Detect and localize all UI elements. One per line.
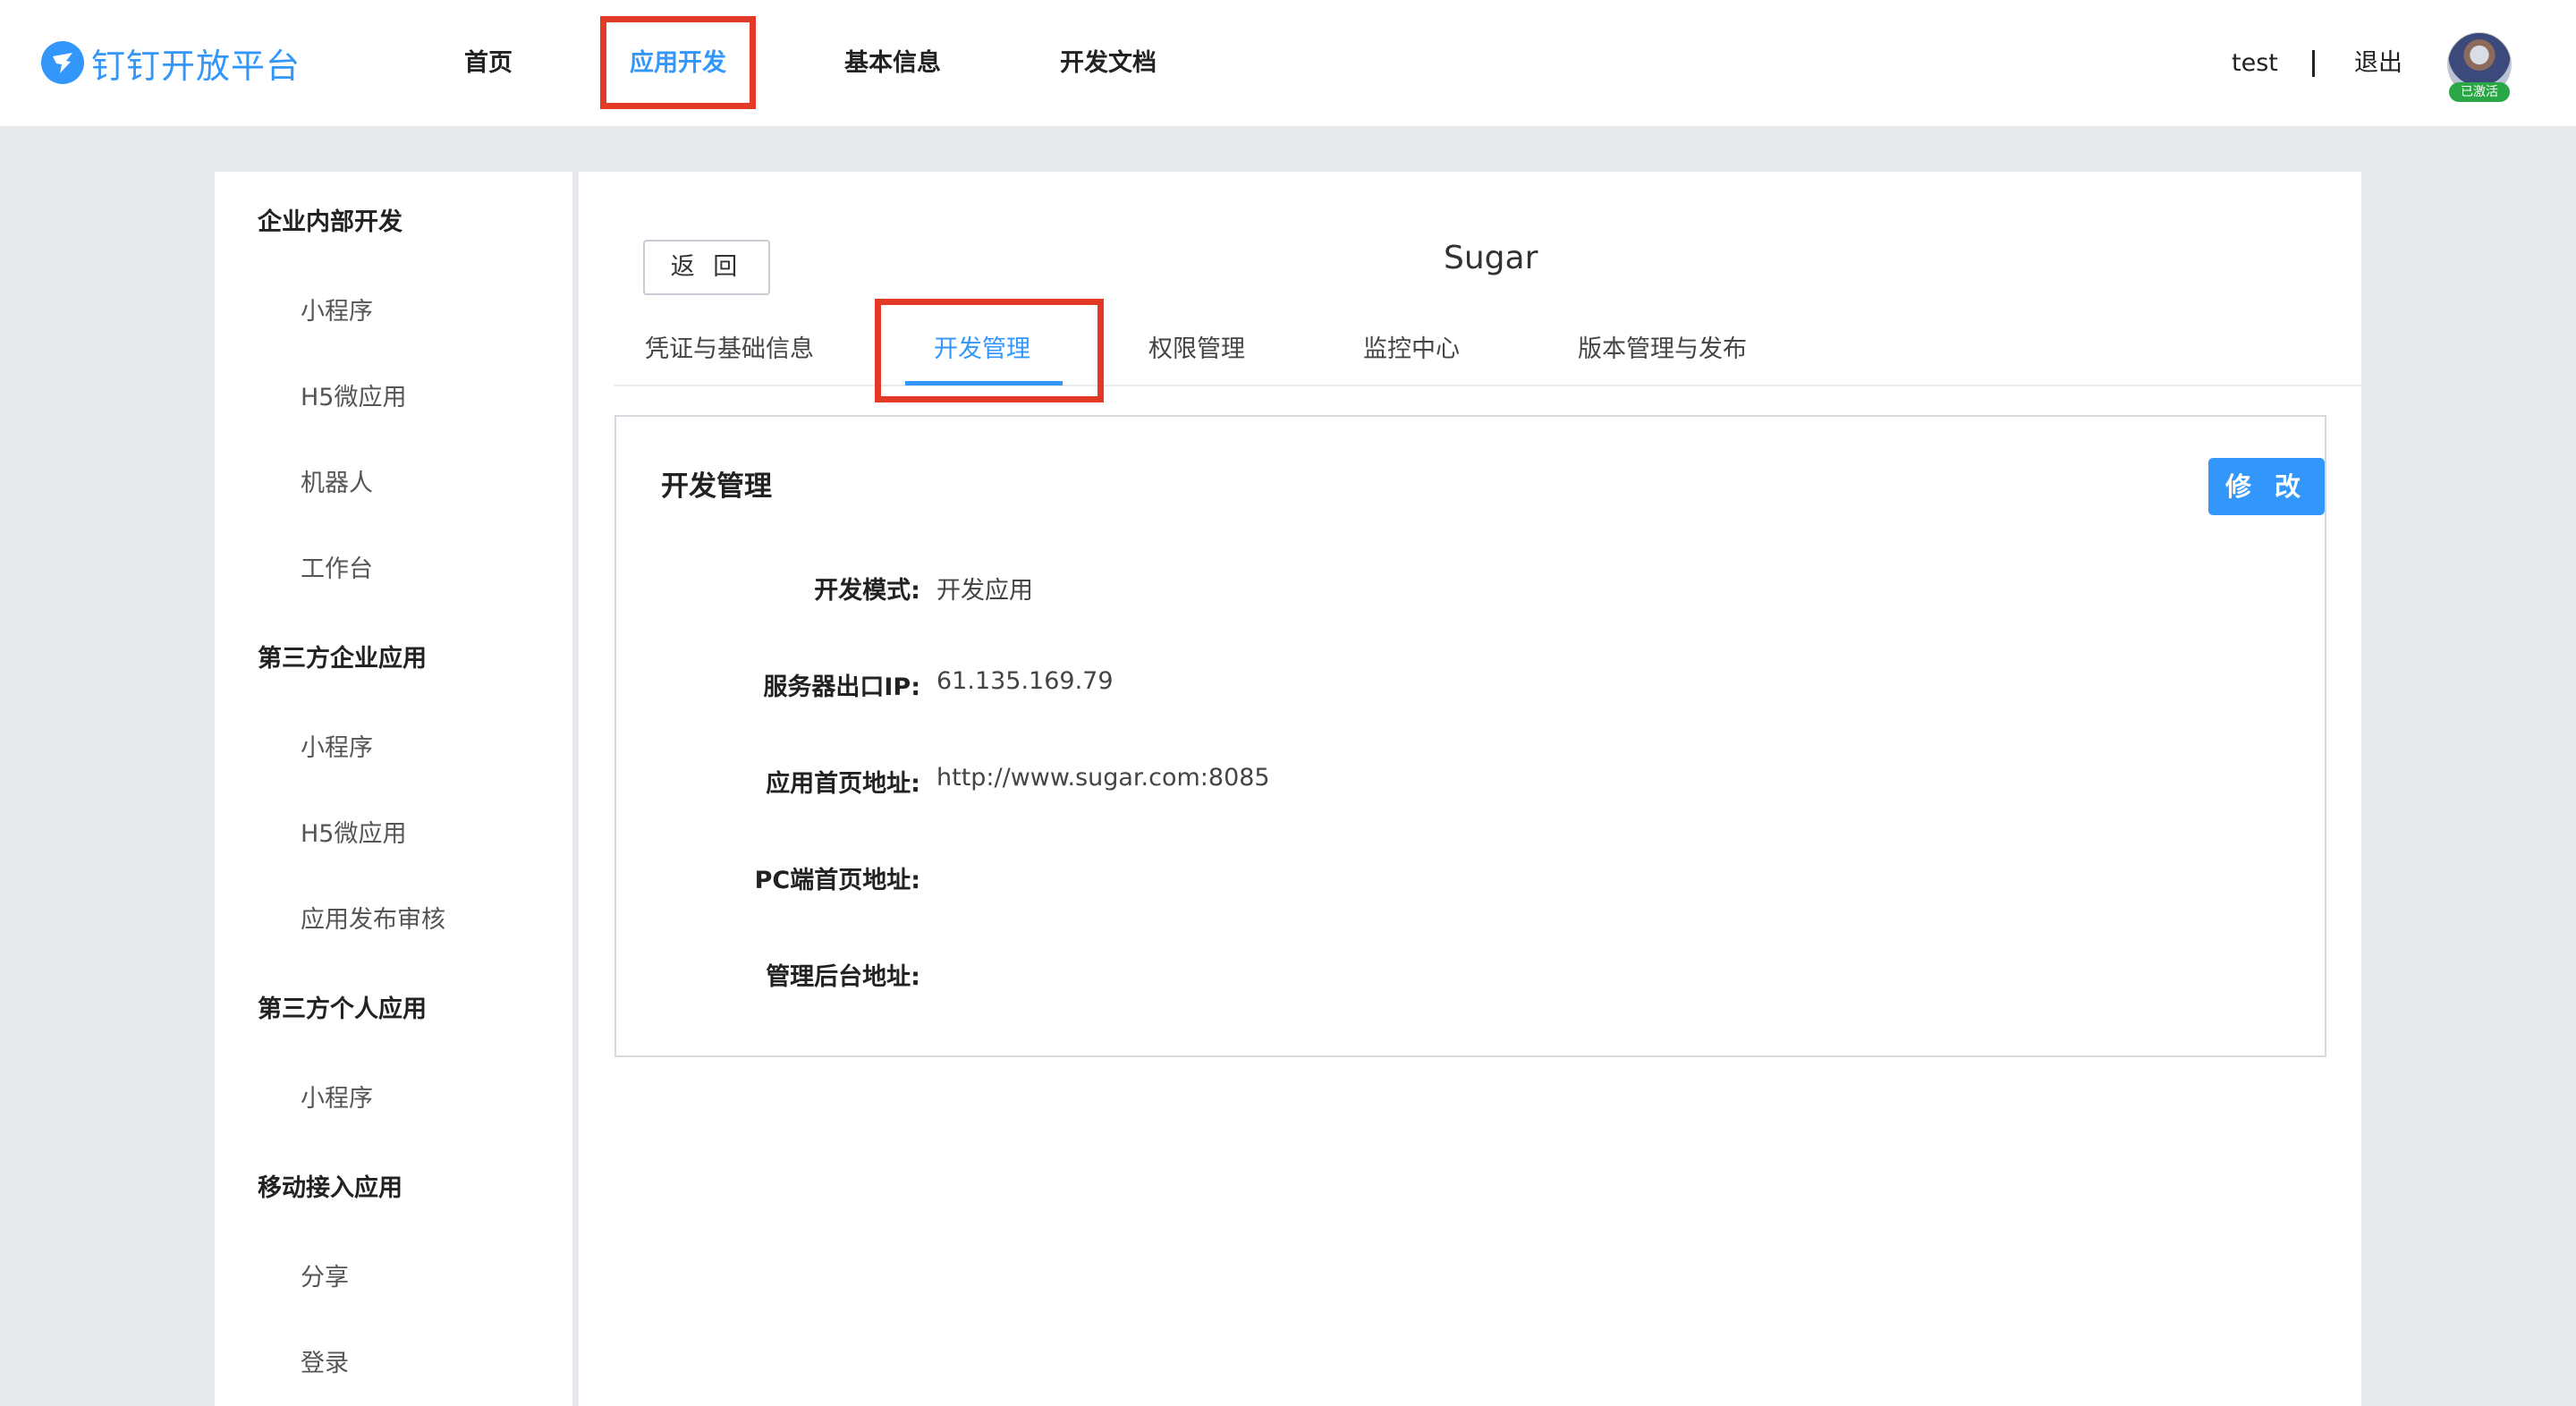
logo-text: 钉钉开放平台 bbox=[91, 46, 301, 86]
activated-badge: 已激活 bbox=[2449, 82, 2510, 102]
sidebar-group-mobile-access: 移动接入应用 bbox=[258, 1174, 402, 1202]
sidebar-item-share[interactable]: 分享 bbox=[301, 1258, 349, 1292]
sidebar-item-enterprise-h5[interactable]: H5微应用 bbox=[301, 814, 406, 849]
field-label-server-ip: 服务器出口IP: bbox=[763, 673, 920, 701]
tab-version-release[interactable]: 版本管理与发布 bbox=[1578, 329, 1747, 364]
field-label-pc-homepage-url: PC端首页地址: bbox=[754, 867, 920, 894]
tab-dev-management[interactable]: 开发管理 bbox=[934, 329, 1030, 364]
tabs-divider bbox=[614, 385, 2361, 386]
logout-link[interactable]: 退出 bbox=[2354, 0, 2402, 126]
field-label-admin-url: 管理后台地址: bbox=[766, 963, 920, 991]
tab-monitoring[interactable]: 监控中心 bbox=[1363, 329, 1460, 364]
field-label-homepage-url: 应用首页地址: bbox=[766, 770, 920, 798]
field-value-dev-mode: 开发应用 bbox=[936, 577, 1033, 605]
nav-basic-info[interactable]: 基本信息 bbox=[844, 0, 941, 126]
sidebar-item-login[interactable]: 登录 bbox=[301, 1343, 349, 1378]
sidebar: 企业内部开发 小程序 H5微应用 机器人 工作台 第三方企业应用 小程序 H5微… bbox=[215, 172, 572, 1406]
edit-button[interactable]: 修 改 bbox=[2208, 458, 2325, 515]
dev-management-card: 开发管理 修 改 开发模式: 开发应用 服务器出口IP: 61.135.169.… bbox=[614, 415, 2326, 1057]
field-label-dev-mode: 开发模式: bbox=[814, 577, 920, 605]
section-title: 开发管理 bbox=[661, 470, 772, 503]
username[interactable]: test bbox=[2232, 0, 2278, 126]
sidebar-item-internal-h5[interactable]: H5微应用 bbox=[301, 377, 406, 412]
active-tab-indicator bbox=[905, 381, 1063, 385]
dingtalk-logo-icon bbox=[41, 41, 84, 84]
header-separator bbox=[2312, 50, 2315, 77]
app-name: Sugar bbox=[1444, 240, 1538, 276]
logo[interactable]: 钉钉开放平台 bbox=[41, 39, 301, 86]
sidebar-group-third-party-personal: 第三方个人应用 bbox=[258, 995, 427, 1023]
nav-home[interactable]: 首页 bbox=[464, 0, 513, 126]
nav-app-development[interactable]: 应用开发 bbox=[630, 0, 726, 126]
sidebar-item-personal-miniprogram[interactable]: 小程序 bbox=[301, 1079, 373, 1114]
main-panel: 返 回 Sugar 凭证与基础信息 开发管理 权限管理 监控中心 版本管理与发布… bbox=[579, 172, 2361, 1406]
field-value-server-ip: 61.135.169.79 bbox=[936, 667, 1114, 695]
sidebar-group-internal: 企业内部开发 bbox=[258, 208, 402, 236]
sidebar-item-enterprise-review[interactable]: 应用发布审核 bbox=[301, 900, 445, 935]
sidebar-item-internal-miniprogram[interactable]: 小程序 bbox=[301, 292, 373, 326]
sidebar-item-internal-robot[interactable]: 机器人 bbox=[301, 463, 373, 498]
back-button[interactable]: 返 回 bbox=[643, 240, 770, 295]
tab-permissions[interactable]: 权限管理 bbox=[1148, 329, 1245, 364]
field-value-homepage-url: http://www.sugar.com:8085 bbox=[936, 764, 1270, 792]
nav-dev-docs[interactable]: 开发文档 bbox=[1060, 0, 1157, 126]
sidebar-group-third-party-enterprise: 第三方企业应用 bbox=[258, 645, 427, 673]
sidebar-item-enterprise-miniprogram[interactable]: 小程序 bbox=[301, 728, 373, 763]
sidebar-item-internal-workbench[interactable]: 工作台 bbox=[301, 549, 373, 584]
top-bar: 钉钉开放平台 首页 应用开发 基本信息 开发文档 test 退出 已激活 bbox=[0, 0, 2576, 126]
tab-credentials[interactable]: 凭证与基础信息 bbox=[645, 329, 814, 364]
